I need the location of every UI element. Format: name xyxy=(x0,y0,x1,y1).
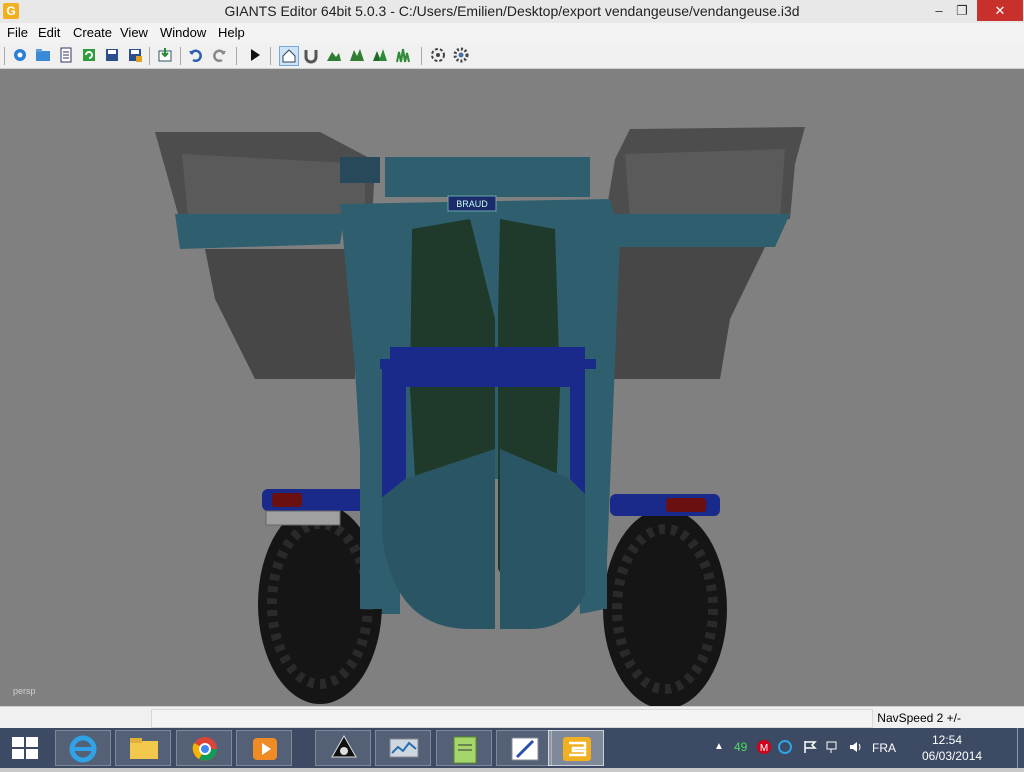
taskbar-performance-monitor[interactable] xyxy=(375,730,431,766)
tray-badge-count[interactable]: 49 xyxy=(734,740,747,754)
scenegraph-icon[interactable] xyxy=(57,46,75,64)
status-bar: NavSpeed 2 +/- xyxy=(0,706,1024,729)
notepad-icon xyxy=(453,736,477,764)
grass-paint-icon[interactable] xyxy=(394,46,412,64)
3d-viewport[interactable]: BRAUD persp xyxy=(0,69,1024,706)
taskbar-inkscape[interactable] xyxy=(315,730,371,766)
model-plate-label: BRAUD xyxy=(456,199,488,209)
save-icon[interactable] xyxy=(103,46,121,64)
paint-icon xyxy=(511,737,539,761)
language-indicator[interactable]: FRA xyxy=(872,741,896,755)
settings-icon[interactable] xyxy=(452,46,470,64)
show-desktop-button[interactable] xyxy=(1017,728,1024,768)
menu-create[interactable]: Create xyxy=(73,25,112,40)
toolbar-separator xyxy=(180,47,181,65)
navspeed-label: NavSpeed 2 +/- xyxy=(877,711,961,725)
network-icon[interactable] xyxy=(825,739,841,755)
menu-window[interactable]: Window xyxy=(160,25,206,40)
new-icon[interactable] xyxy=(11,46,29,64)
toolbar-separator xyxy=(236,47,237,65)
window-title: GIANTS Editor 64bit 5.0.3 - C:/Users/Emi… xyxy=(224,3,800,19)
play-icon[interactable] xyxy=(246,46,264,64)
system-tray: ▲ 49 M FRA 12:54 06/03/2014 xyxy=(704,728,1024,768)
toolbar-separator xyxy=(421,47,422,65)
sync-icon[interactable] xyxy=(777,739,793,755)
magnet-icon[interactable] xyxy=(302,46,320,64)
taskbar-giants-editor[interactable] xyxy=(548,730,604,766)
monitor-icon xyxy=(389,738,419,758)
restore-button[interactable]: ❐ xyxy=(947,0,977,21)
grape-harvester-model[interactable] xyxy=(0,69,1024,706)
script-icon[interactable] xyxy=(429,46,447,64)
toolbar xyxy=(0,43,1024,69)
menu-edit[interactable]: Edit xyxy=(38,25,60,40)
svg-text:M: M xyxy=(760,743,768,754)
open-icon[interactable] xyxy=(34,46,52,64)
show-hidden-icons-chevron[interactable]: ▲ xyxy=(714,741,724,752)
taskbar-chrome[interactable] xyxy=(176,730,232,766)
terrain-paint-icon[interactable] xyxy=(325,46,343,64)
media-player-icon xyxy=(253,738,277,760)
taskbar-internet-explorer[interactable] xyxy=(55,730,111,766)
giants-editor-icon xyxy=(563,737,591,761)
chrome-icon xyxy=(192,737,217,761)
volume-icon[interactable] xyxy=(848,739,864,755)
toolbar-separator xyxy=(270,47,271,65)
antivirus-icon[interactable]: M xyxy=(756,739,772,755)
menu-file[interactable]: File xyxy=(7,25,28,40)
taskbar: ▲ 49 M FRA 12:54 06/03/2014 xyxy=(0,728,1024,768)
save-as-icon[interactable] xyxy=(126,46,144,64)
menu-bar: File Edit Create View Window Help xyxy=(0,23,1024,43)
internet-explorer-icon xyxy=(69,735,97,763)
status-pane xyxy=(151,709,873,728)
taskbar-file-explorer[interactable] xyxy=(115,730,171,766)
folder-icon xyxy=(130,738,158,759)
tree-paint-icon[interactable] xyxy=(371,46,389,64)
undo-icon[interactable] xyxy=(187,46,205,64)
taskbar-media-player[interactable] xyxy=(236,730,292,766)
title-bar: G GIANTS Editor 64bit 5.0.3 - C:/Users/E… xyxy=(0,0,1024,24)
import-icon[interactable] xyxy=(156,46,174,64)
clock-time[interactable]: 12:54 xyxy=(932,733,962,747)
toolbar-separator xyxy=(149,47,150,65)
redo-icon[interactable] xyxy=(210,46,228,64)
menu-view[interactable]: View xyxy=(120,25,148,40)
action-center-icon[interactable] xyxy=(802,739,818,755)
camera-home-icon[interactable] xyxy=(279,46,299,66)
taskbar-notepad-plus-plus[interactable] xyxy=(436,730,492,766)
inkscape-icon xyxy=(331,734,357,758)
foliage-paint-icon[interactable] xyxy=(348,46,366,64)
taskbar-paint[interactable] xyxy=(496,730,552,766)
clock-date[interactable]: 06/03/2014 xyxy=(922,749,982,763)
windows-start-icon[interactable] xyxy=(12,737,38,759)
refresh-icon[interactable] xyxy=(80,46,98,64)
camera-label: persp xyxy=(13,686,36,696)
toolbar-grip xyxy=(4,47,5,65)
close-button[interactable]: ✕ xyxy=(977,0,1023,21)
menu-help[interactable]: Help xyxy=(218,25,245,40)
